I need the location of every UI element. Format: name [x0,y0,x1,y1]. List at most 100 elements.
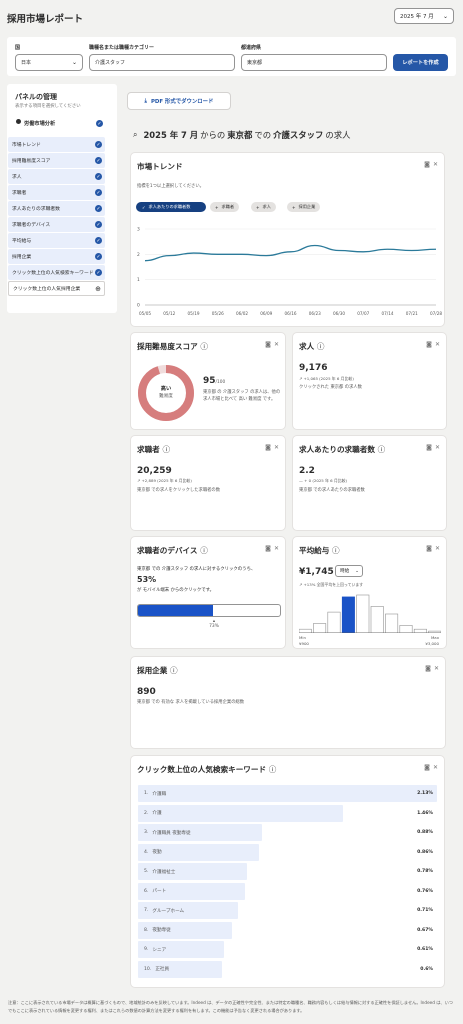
keyword-text: 正社員 [155,967,170,972]
country-select[interactable]: 日本 ⌄ [15,54,83,71]
job-input[interactable]: 介護スタッフ [89,54,235,71]
x-tick-label: 07/14 [381,311,393,316]
panel-item[interactable]: 平均給与 ✓ [8,233,105,248]
panel-subtitle: 表示する項目を選択してください [15,104,81,109]
panel-item[interactable]: 求人あたりの求職者数 ✓ [8,201,105,216]
seekers-tools: ◙ ✕ [265,444,279,451]
pill-jobs[interactable]: + 求人 [251,202,276,212]
check-icon[interactable]: ✓ [95,269,102,276]
panel-item[interactable]: クリック数上位の人気検索キーワード ✓ [8,265,105,280]
keyword-rank: 8. [144,927,149,933]
seekers-card: 求職者 ⓘ ◙ ✕ 20,259 ↗ +2,889 (2025 年 6 月比較) … [130,435,286,531]
check-icon[interactable]: ✓ [95,237,102,244]
per-job-desc: 東京都 での求人あたりの求職者数 [299,488,365,493]
keyword-pct: 0.78% [417,869,433,874]
keyword-pct: 0.76% [417,888,433,894]
seekers-title-text: 求職者 [137,445,160,454]
info-icon[interactable]: ⓘ [170,666,178,675]
employers-title: 採用企業 ⓘ [137,665,178,676]
camera-icon[interactable]: ◙ [265,341,271,348]
info-icon[interactable]: ⓘ [269,765,277,774]
camera-icon[interactable]: ◙ [426,341,432,348]
pill-seekers[interactable]: + 求職者 [210,202,240,212]
panel-item[interactable]: 採用難易度スコア ✓ [8,153,105,168]
salary-bar [341,596,355,633]
ring-top-label: 高い [160,386,172,392]
check-icon[interactable]: ✓ [95,253,102,260]
pref-input[interactable]: 東京都 [241,54,387,71]
close-icon[interactable]: ✕ [433,764,438,771]
close-icon[interactable]: ✕ [435,545,440,552]
job-label: 職種名または職種カテゴリー [89,45,155,51]
info-icon[interactable]: ⓘ [378,445,386,454]
score-max: /100 [215,380,226,385]
info-icon[interactable]: ⓘ [332,546,340,555]
info-icon[interactable]: ⓘ [162,445,170,454]
panel-item[interactable]: クリック数上位の人気採用企業 ⊕ [8,281,105,296]
check-icon[interactable]: ✓ [95,173,102,180]
check-icon[interactable]: ✓ [95,157,102,164]
close-icon[interactable]: ✕ [274,444,279,451]
devices-title-text: 求職者のデバイス [137,546,198,555]
panel-item[interactable]: 求職者のデバイス ✓ [8,217,105,232]
keyword-rank: 4. [144,849,149,855]
job-input-value: 介護スタッフ [95,60,126,66]
panel-item[interactable]: 採用企業 ✓ [8,249,105,264]
download-icon: ⤓ [144,97,147,104]
camera-icon[interactable]: ◙ [424,764,430,771]
check-icon[interactable]: ✓ [95,221,102,228]
country-label: 国 [15,45,21,51]
keyword-text: 夜勤専従 [152,928,171,933]
keyword-pct: 1.46% [417,810,433,816]
employers-title-text: 採用企業 [137,666,168,675]
keyword-rank: 7. [144,908,149,913]
trend-up-icon: ↗ [137,478,141,483]
close-icon[interactable]: ✕ [434,665,439,672]
close-icon[interactable]: ✕ [274,341,279,348]
keyword-rank: 6. [144,888,149,894]
close-icon[interactable]: ✕ [274,545,279,552]
keyword-text: パート [152,889,167,894]
camera-icon[interactable]: ◙ [265,444,271,451]
camera-icon[interactable]: ◙ [426,545,432,552]
panel-item-label: 市場トレンド [12,143,41,148]
info-icon[interactable]: ⓘ [200,342,208,351]
report-heading: ⌕ 2025 年 7 月からの 東京都 での 介護スタッフ の求人 [133,129,351,141]
devices-bar-track [137,604,281,617]
create-report-button[interactable]: レポートを作成 [393,54,448,71]
salary-unit-select[interactable]: 時給 ⌄ [335,565,363,577]
panel-item[interactable]: 求人 ✓ [8,169,105,184]
camera-icon[interactable]: ◙ [425,665,431,672]
employers-desc: 東京都 での 有効な 求人を掲載している採用企業の総数 [137,700,245,705]
score-value: 95 [203,376,216,386]
close-icon[interactable]: ✕ [435,444,440,451]
month-select[interactable]: 2025 年 7 月 ⌄ [394,8,454,24]
keyword-text: グループホーム [152,908,185,914]
section-check-icon[interactable]: ✓ [96,120,103,127]
pill-per-job[interactable]: ✓ 求人あたりの求職者数 [136,202,206,212]
page-title: 採用市場レポート [7,14,84,25]
panel-item[interactable]: 求職者 ✓ [8,185,105,200]
camera-icon[interactable]: ◙ [424,161,430,168]
keyword-pct: 0.71% [417,908,433,913]
panel-item[interactable]: 市場トレンド ✓ [8,137,105,152]
add-icon[interactable]: ⊕ [95,285,101,293]
trend-title: 市場トレンド [137,162,183,171]
pill-employers[interactable]: + 採用企業 [287,202,321,212]
keyword-text: シニア [152,947,167,953]
info-icon[interactable]: ⓘ [317,342,325,351]
info-icon[interactable]: ⓘ [200,546,208,555]
keywords-title: クリック数上位の人気検索キーワード ⓘ [137,764,276,775]
close-icon[interactable]: ✕ [435,341,440,348]
check-icon[interactable]: ✓ [95,205,102,212]
salary-value: ¥1,745 [299,567,334,577]
check-icon[interactable]: ✓ [95,189,102,196]
heading-from: からの [200,130,226,140]
camera-icon[interactable]: ◙ [426,444,432,451]
keyword-row: 3. 介護職員 夜勤専従 0.88% [138,824,437,841]
check-icon[interactable]: ✓ [95,141,102,148]
close-icon[interactable]: ✕ [433,161,438,168]
chevron-down-icon: ⌄ [442,12,448,20]
camera-icon[interactable]: ◙ [265,545,271,552]
pdf-download-button[interactable]: ⤓ PDF 形式でダウンロード [127,92,231,110]
